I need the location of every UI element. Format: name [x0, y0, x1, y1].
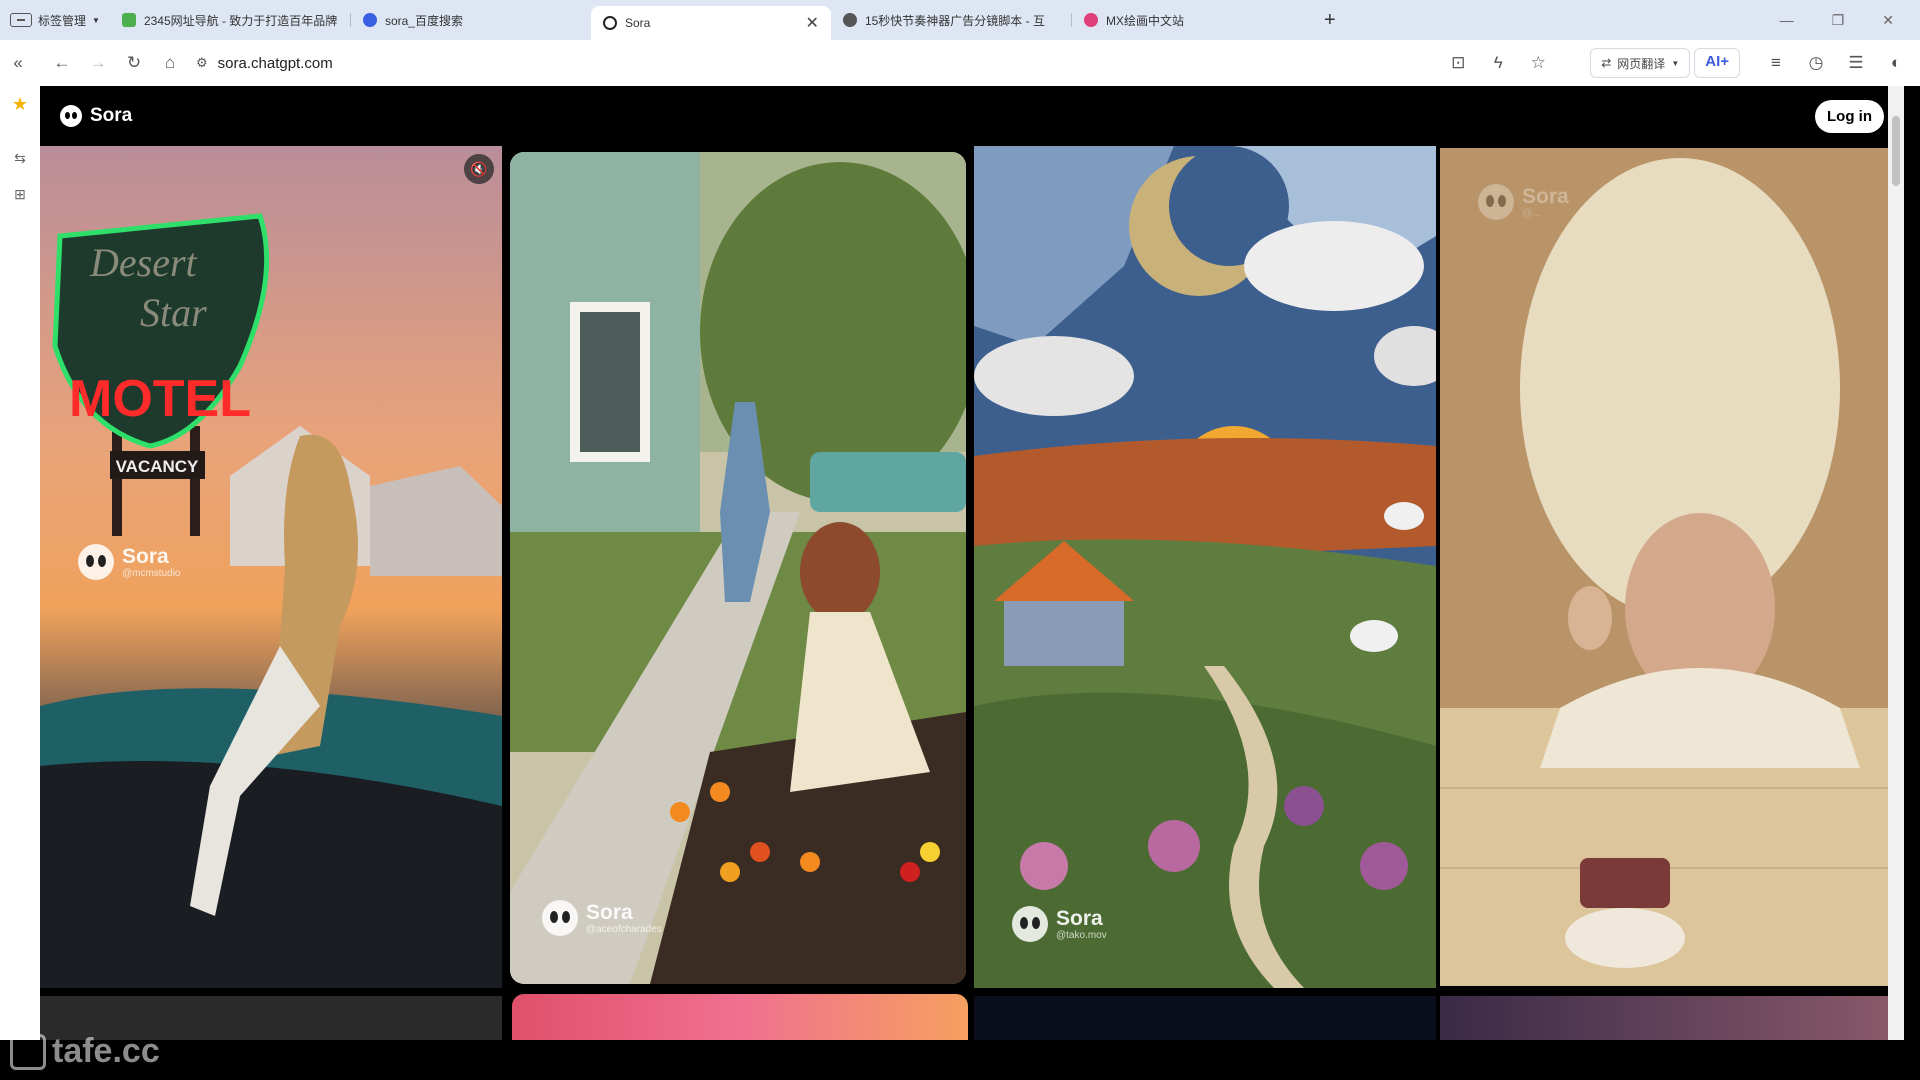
2345-favicon — [121, 13, 136, 27]
sora-logo-icon — [60, 105, 82, 127]
tab-label: Sora — [624, 16, 651, 30]
knit-landscape-image — [974, 146, 1436, 988]
caret-down-icon: ▼ — [1671, 58, 1680, 68]
new-tab-button[interactable]: + — [1312, 9, 1348, 32]
swap-icon[interactable]: ⇆ — [0, 140, 40, 176]
tafe-watermark: tafe.cc — [10, 1032, 160, 1071]
watermark-name: Sora — [122, 544, 169, 568]
browser-tab-bar: 标签管理 ▼ 2345网址导航 - 致力于打造百年品牌 sora_百度搜索 So… — [0, 0, 1920, 40]
tab-label: 15秒快节奏神器广告分镜脚本 - 互 — [864, 13, 1045, 28]
browser-sidebar: ★ ⇆ ⊞ — [0, 86, 40, 1040]
sora-watermark: Sora @mcmstudio — [78, 544, 181, 580]
video-card-row2-2[interactable] — [512, 994, 968, 1040]
translate-label: 网页翻译 — [1617, 56, 1666, 71]
install-app-icon[interactable]: ⊡ — [1440, 45, 1476, 81]
login-button[interactable]: Log in — [1815, 99, 1884, 133]
tab-mx-drawing[interactable]: MX绘画中文站 — [1072, 4, 1312, 36]
menu-icon[interactable]: ☰ — [1838, 45, 1874, 81]
address-bar[interactable]: ⚙ sora.chatgpt.com — [196, 55, 1440, 72]
page-scrollbar[interactable] — [1888, 86, 1904, 1040]
restore-icon[interactable]: ❐ — [1832, 12, 1845, 29]
minimize-icon[interactable]: — — [1780, 12, 1794, 29]
watermark-name: Sora — [1522, 184, 1569, 208]
scrollbar-thumb[interactable] — [1892, 116, 1900, 186]
sora-favicon — [602, 16, 617, 30]
collapse-sidebar-icon[interactable]: « — [0, 45, 36, 81]
tab-2345[interactable]: 2345网址导航 - 致力于打造百年品牌 — [110, 4, 350, 36]
watermark-name: Sora — [586, 900, 633, 924]
extension-icon[interactable]: ◐ — [1878, 45, 1914, 81]
sora-logo-icon — [1478, 184, 1514, 220]
sora-watermark: Sora @aceofcharades — [542, 900, 662, 936]
watermark-name: Sora — [1056, 906, 1103, 930]
translate-icon: ⇄ — [1601, 56, 1612, 70]
creator-handle: @mcmstudio — [122, 567, 181, 579]
mute-toggle-icon[interactable]: 🔇 — [464, 154, 494, 184]
close-tab-icon[interactable]: ✕ — [806, 13, 819, 33]
home-icon[interactable]: ⌂ — [152, 45, 188, 81]
video-card-garden[interactable]: Sora @aceofcharades — [510, 152, 966, 984]
sora-logo-icon — [78, 544, 114, 580]
ai-button[interactable]: AI+ — [1694, 48, 1740, 78]
document-favicon — [842, 13, 857, 27]
creator-handle: @tako.mov — [1056, 929, 1107, 941]
tab-ad-script[interactable]: 15秒快节奏神器广告分镜脚本 - 互 — [831, 4, 1071, 36]
creator-handle: @... — [1522, 207, 1541, 219]
sora-watermark: Sora @... — [1478, 184, 1569, 220]
lightning-icon[interactable]: ϟ — [1480, 45, 1516, 81]
motel-sign-text: MOTEL — [69, 370, 251, 428]
mx-favicon — [1083, 13, 1098, 27]
sora-brand[interactable]: Sora — [60, 105, 132, 127]
sora-logo-icon — [542, 900, 578, 936]
tab-label: sora_百度搜索 — [384, 13, 463, 28]
sign-star-text: Star — [140, 290, 207, 335]
tab-sora[interactable]: Sora ✕ — [590, 6, 831, 40]
video-card-wig[interactable]: Sora @... — [1440, 148, 1902, 986]
video-grid: MOTEL Desert Star VACANCY 🔇 Sora @mcmstud… — [40, 146, 1904, 1040]
video-card-knit[interactable]: Sora @tako.mov — [974, 146, 1436, 988]
favorites-star-icon[interactable]: ★ — [0, 86, 40, 122]
sora-watermark: Sora @tako.mov — [1012, 906, 1107, 942]
add-panel-icon[interactable]: ⊞ — [0, 176, 40, 212]
video-card-motel[interactable]: MOTEL Desert Star VACANCY 🔇 Sora @mcmstud… — [40, 146, 502, 988]
sora-logo-icon — [1012, 906, 1048, 942]
sora-page: Sora Log in MOTEL Desert Star VACANCY 🔇 … — [40, 86, 1904, 1040]
close-window-icon[interactable]: ✕ — [1882, 12, 1894, 29]
site-info-icon[interactable]: ⚙ — [196, 55, 208, 71]
wig-portrait-image — [1440, 148, 1902, 986]
video-card-row2-4[interactable] — [1440, 996, 1902, 1040]
brand-name: Sora — [90, 105, 133, 126]
tab-label: MX绘画中文站 — [1105, 13, 1184, 28]
tab-label: 2345网址导航 - 致力于打造百年品牌 — [143, 13, 338, 28]
sign-desert-text: Desert — [89, 240, 198, 285]
forward-icon[interactable]: → — [80, 45, 116, 81]
bookmark-star-icon[interactable]: ☆ — [1520, 45, 1556, 81]
tab-baidu[interactable]: sora_百度搜索 — [351, 4, 591, 36]
garden-scene-image — [510, 152, 966, 984]
creator-handle: @aceofcharades — [586, 923, 662, 935]
reading-list-icon[interactable]: ≡ — [1758, 45, 1794, 81]
tab-manager-label: 标签管理 — [38, 13, 87, 28]
browser-toolbar: « ← → ↻ ⌂ ⚙ sora.chatgpt.com ⊡ ϟ ☆ ⇄ 网页翻… — [0, 40, 1920, 86]
vacancy-text: VACANCY — [116, 457, 199, 476]
back-icon[interactable]: ← — [44, 45, 80, 81]
baidu-paw-icon — [362, 13, 377, 27]
url-text: sora.chatgpt.com — [217, 54, 333, 72]
reload-icon[interactable]: ↻ — [116, 45, 152, 81]
tafe-logo-icon — [10, 1033, 46, 1070]
history-icon[interactable]: ◷ — [1798, 45, 1834, 81]
translate-button[interactable]: ⇄ 网页翻译 ▼ — [1590, 48, 1691, 78]
video-card-row2-3[interactable] — [974, 996, 1436, 1040]
tab-list-icon — [10, 13, 32, 27]
caret-down-icon: ▼ — [92, 15, 100, 25]
tab-manager-button[interactable]: 标签管理 ▼ — [0, 5, 110, 35]
site-header: Sora Log in — [40, 86, 1904, 146]
watermark-text: tafe.cc — [52, 1032, 160, 1070]
